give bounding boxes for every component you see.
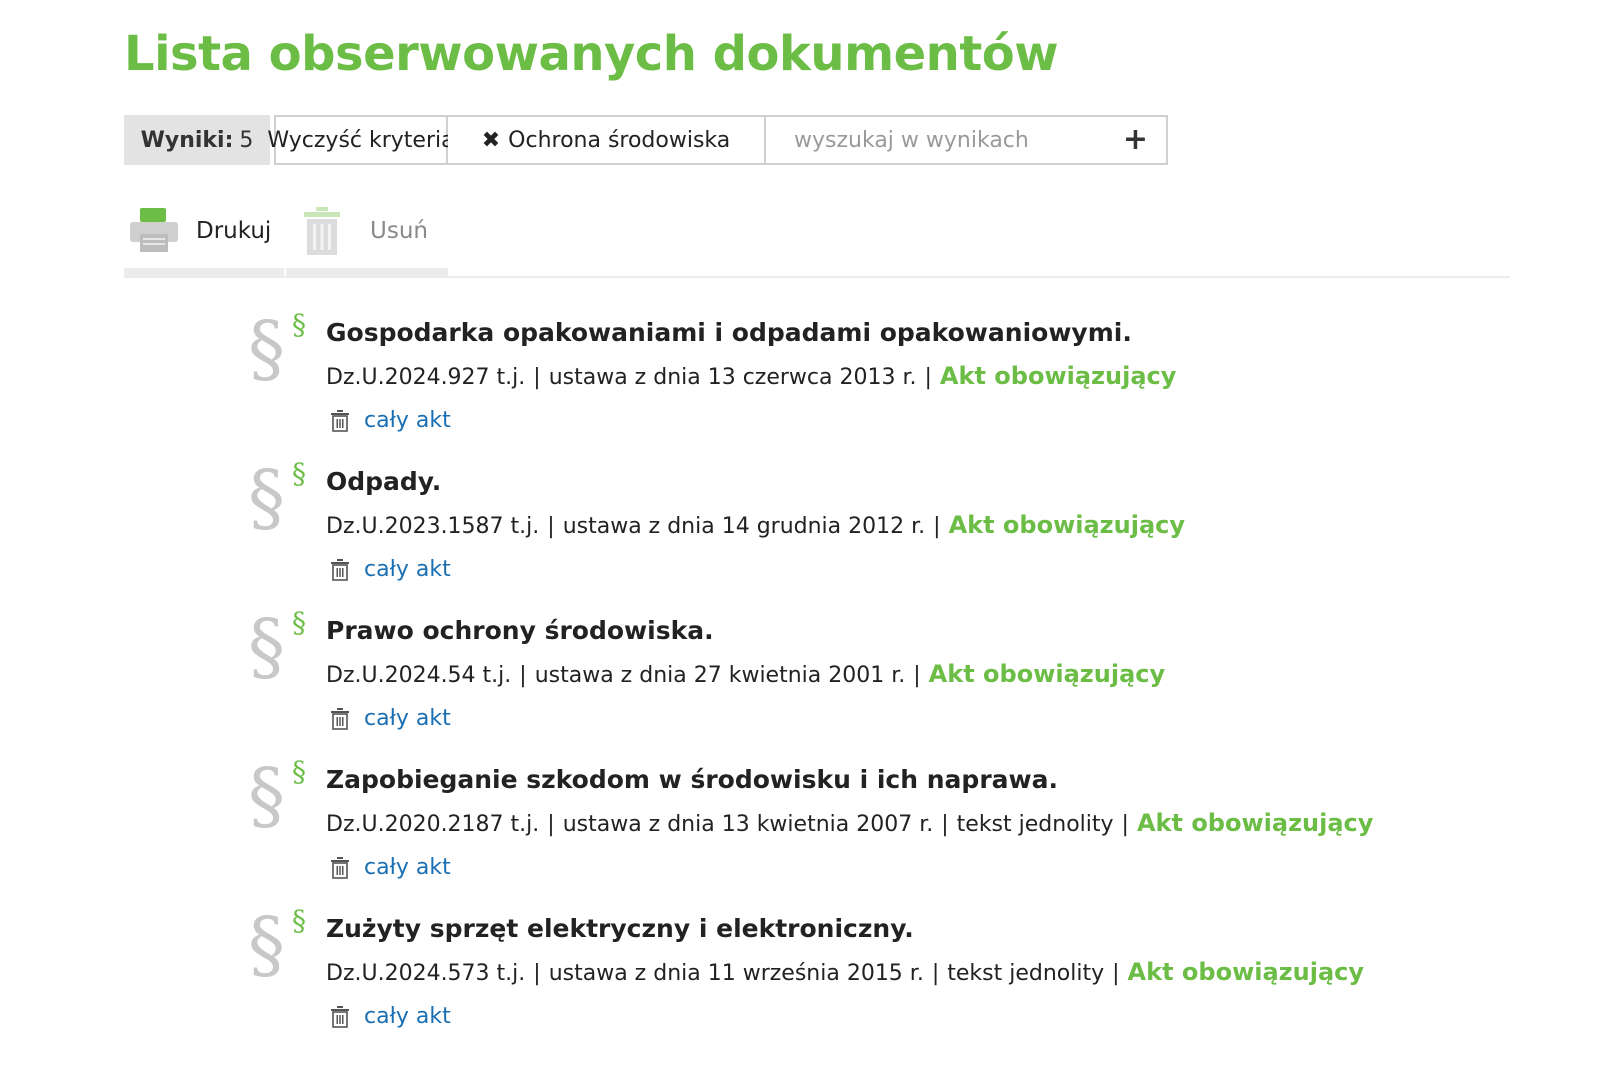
document-status[interactable]: Akt obowiązujący: [949, 511, 1185, 539]
separator: |: [1121, 812, 1129, 837]
document-status[interactable]: Akt obowiązujący: [940, 362, 1176, 390]
document-title[interactable]: Zapobieganie szkodom w środowisku i ich …: [326, 765, 1058, 794]
whole-act-link[interactable]: cały akt: [364, 706, 451, 731]
separator: |: [941, 812, 949, 837]
document-actions: cały akt: [330, 855, 451, 880]
document-title[interactable]: Prawo ochrony środowiska.: [326, 616, 714, 645]
document-act: ustawa z dnia 11 września 2015 r.: [548, 961, 924, 986]
document-act: ustawa z dnia 27 kwietnia 2001 r.: [534, 663, 906, 688]
results-count: 5: [239, 127, 254, 153]
trash-icon: [304, 207, 340, 255]
print-label: Drukuj: [196, 218, 272, 244]
search-in-results: +: [766, 115, 1168, 165]
paragraph-icon: §: [248, 455, 285, 541]
document-item: § § Zapobieganie szkodom w środowisku i …: [248, 758, 1498, 914]
paragraph-icon: §: [248, 306, 285, 392]
trash-icon[interactable]: [330, 1005, 350, 1028]
document-list: § § Gospodarka opakowaniami i odpadami o…: [248, 311, 1498, 1063]
paragraph-small-icon: §: [292, 755, 306, 788]
document-item: § § Odpady. Dz.U.2023.1587 t.j. | ustawa z…: [248, 460, 1498, 616]
document-actions: cały akt: [330, 1004, 451, 1029]
delete-label: Usuń: [370, 218, 428, 244]
filter-bar: Wyniki: 5 Wyczyść kryteria ✖ Ochrona śro…: [124, 115, 1168, 165]
document-reference: Dz.U.2024.54 t.j.: [326, 663, 512, 688]
document-reference: Dz.U.2020.2187 t.j.: [326, 812, 540, 837]
paragraph-small-icon: §: [292, 606, 306, 639]
filter-tag-ochrona-srodowiska[interactable]: ✖ Ochrona środowiska: [448, 115, 766, 165]
separator: |: [933, 514, 941, 539]
document-title[interactable]: Gospodarka opakowaniami i odpadami opako…: [326, 318, 1132, 347]
filter-tag-label: Ochrona środowiska: [508, 127, 731, 153]
document-item: § § Prawo ochrony środowiska. Dz.U.2024.…: [248, 609, 1498, 765]
paragraph-small-icon: §: [292, 457, 306, 490]
separator: |: [913, 663, 921, 688]
delete-button[interactable]: Usuń: [304, 196, 454, 266]
trash-icon[interactable]: [330, 856, 350, 879]
document-actions: cały akt: [330, 706, 451, 731]
whole-act-link[interactable]: cały akt: [364, 408, 451, 433]
document-status[interactable]: Akt obowiązujący: [1128, 958, 1364, 986]
separator: |: [547, 514, 555, 539]
paragraph-icon: §: [248, 753, 285, 839]
page-title: Lista obserwowanych dokumentów: [124, 26, 1059, 82]
document-meta: Dz.U.2023.1587 t.j. | ustawa z dnia 14 gru…: [326, 511, 1185, 539]
paragraph-small-icon: §: [292, 308, 306, 341]
document-item: § § Gospodarka opakowaniami i odpadami o…: [248, 311, 1498, 467]
paragraph-small-icon: §: [292, 904, 306, 937]
whole-act-link[interactable]: cały akt: [364, 855, 451, 880]
whole-act-link[interactable]: cały akt: [364, 557, 451, 582]
trash-icon[interactable]: [330, 558, 350, 581]
paragraph-icon: §: [248, 902, 285, 988]
document-act: ustawa z dnia 13 kwietnia 2007 r.: [562, 812, 934, 837]
document-title[interactable]: Zużyty sprzęt elektryczny i elektroniczn…: [326, 914, 914, 943]
document-actions: cały akt: [330, 557, 451, 582]
results-label: Wyniki:: [140, 127, 234, 153]
document-meta: Dz.U.2024.927 t.j. | ustawa z dnia 13 czer…: [326, 362, 1176, 390]
document-reference: Dz.U.2024.927 t.j.: [326, 365, 526, 390]
document-reference: Dz.U.2023.1587 t.j.: [326, 514, 540, 539]
document-status[interactable]: Akt obowiązujący: [1137, 809, 1373, 837]
document-meta: Dz.U.2020.2187 t.j. | ustawa z dnia 13 kwi…: [326, 809, 1373, 837]
separator: |: [533, 365, 541, 390]
document-meta: Dz.U.2024.573 t.j. | ustawa z dnia 11 wrze…: [326, 958, 1364, 986]
plus-icon[interactable]: +: [1123, 125, 1148, 155]
separator: |: [931, 961, 940, 986]
separator: |: [547, 812, 555, 837]
results-count-badge: Wyniki: 5: [124, 115, 270, 165]
toolbar: Drukuj Usuń: [124, 196, 1510, 278]
document-act: ustawa z dnia 14 grudnia 2012 r.: [562, 514, 926, 539]
search-input[interactable]: [792, 126, 1116, 154]
whole-act-link[interactable]: cały akt: [364, 1004, 451, 1029]
document-reference: Dz.U.2024.573 t.j.: [326, 961, 526, 986]
close-icon[interactable]: ✖: [482, 128, 500, 153]
document-meta: Dz.U.2024.54 t.j. | ustawa z dnia 27 kwiet…: [326, 660, 1165, 688]
separator: |: [1112, 961, 1120, 986]
document-actions: cały akt: [330, 408, 451, 433]
paragraph-icon: §: [248, 604, 285, 690]
document-status[interactable]: Akt obowiązujący: [929, 660, 1165, 688]
trash-icon[interactable]: [330, 707, 350, 730]
separator: |: [924, 365, 932, 390]
document-title[interactable]: Odpady.: [326, 467, 441, 496]
document-extra: tekst jednolity: [947, 961, 1105, 986]
clear-criteria-button[interactable]: Wyczyść kryteria: [267, 115, 455, 165]
trash-icon[interactable]: [330, 409, 350, 432]
document-extra: tekst jednolity: [956, 812, 1114, 837]
document-item: § § Zużyty sprzęt elektryczny i elektron…: [248, 907, 1498, 1063]
separator: |: [533, 961, 541, 986]
separator: |: [519, 663, 527, 688]
print-button[interactable]: Drukuj: [130, 196, 290, 266]
document-act: ustawa z dnia 13 czerwca 2013 r.: [548, 365, 917, 390]
printer-icon: [130, 208, 178, 252]
